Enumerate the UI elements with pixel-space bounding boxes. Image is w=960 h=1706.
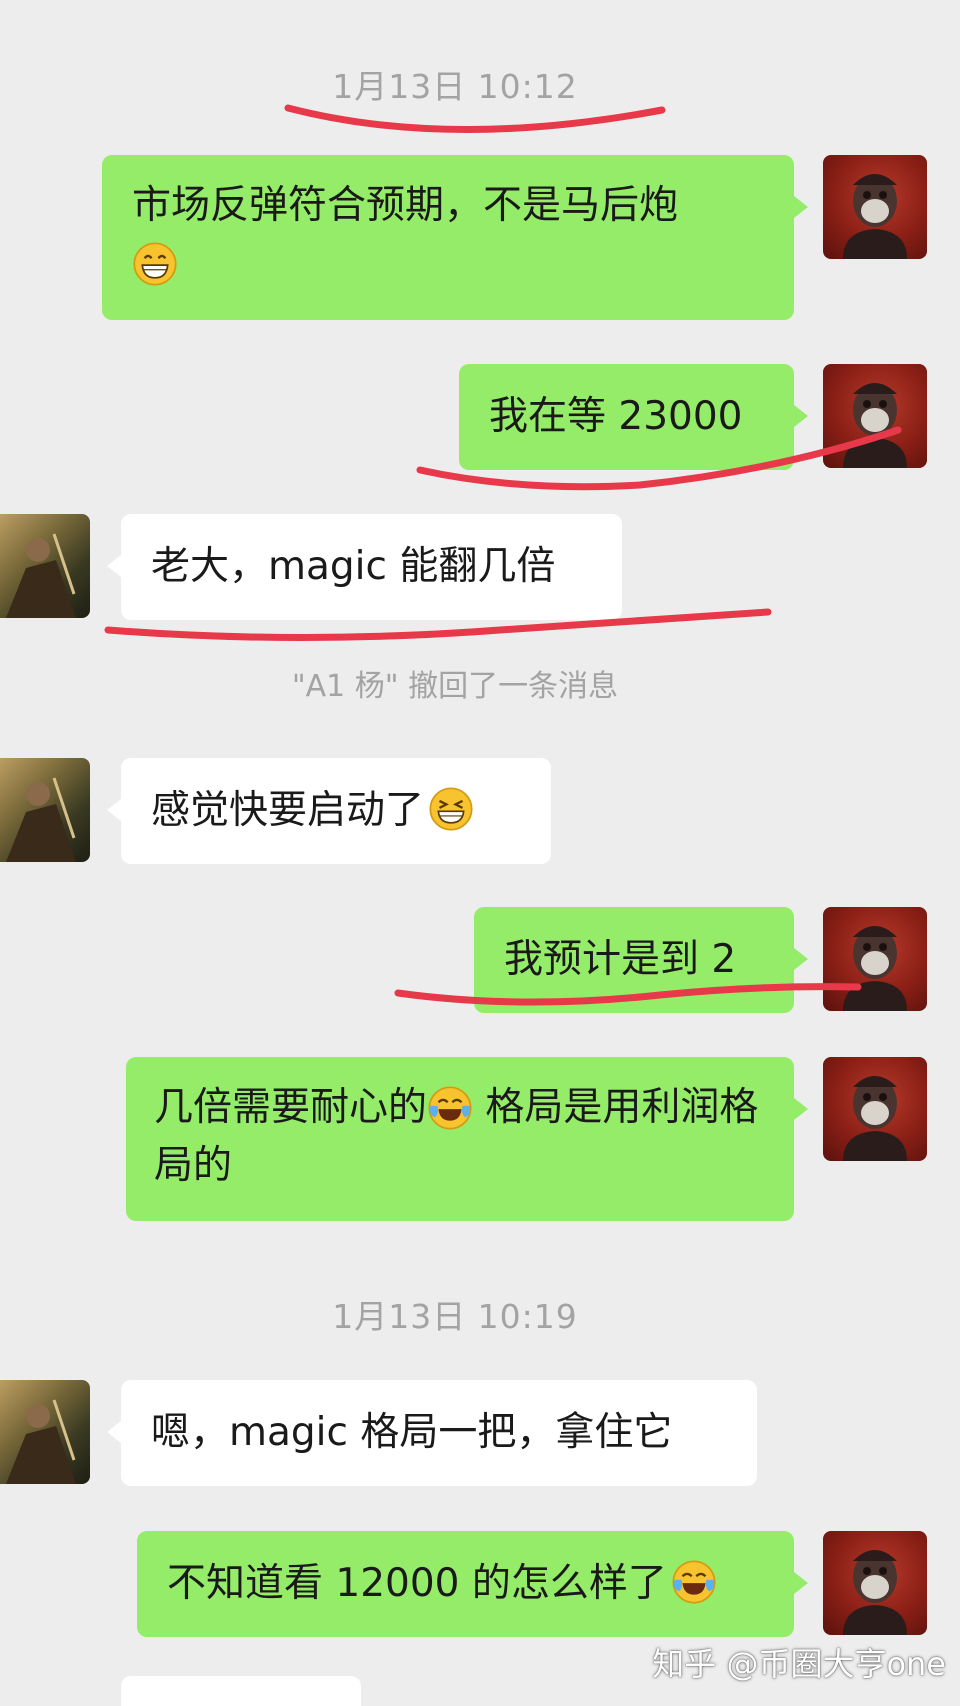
message-bubble-incoming[interactable]: 老大，magic 能翻几倍 [121,514,622,620]
message-bubble-outgoing[interactable]: 几倍需要耐心的 格局是用利润格局的 [126,1057,794,1221]
message-bubble-outgoing[interactable]: 市场反弹符合预期，不是马后炮 [102,155,794,320]
message-text: 感觉快要启动了 [151,788,425,833]
recall-notice: "A1 杨" 撤回了一条消息 [291,669,619,704]
bubble-tail [107,799,121,821]
grin-squint-emoji [429,787,473,831]
message-bubble-outgoing[interactable]: 不知道看 12000 的怎么样了 [137,1531,794,1637]
bubble-tail [794,1098,808,1120]
bubble-tail [794,948,808,970]
ape-avatar[interactable] [823,364,927,468]
ape-avatar[interactable] [823,907,927,1011]
message-text: 几倍需要耐心的 [154,1085,428,1130]
message-bubble-outgoing[interactable]: 我在等 23000 [459,364,794,470]
message-bubble-incoming[interactable]: 感觉快要启动了 [121,758,551,864]
message-text: 不知道看 12000 的怎么样了 [167,1561,667,1606]
timestamp: 1月13日 10:12 [332,67,578,106]
grin-emoji [133,241,177,286]
warrior-avatar[interactable] [0,1380,90,1484]
bubble-tail [107,555,121,577]
bubble-tail [794,1572,808,1594]
bubble-tail [794,405,808,427]
underline-timestamp [284,104,666,133]
message-text: 我在等 23000 [489,394,743,439]
ape-avatar[interactable] [823,1057,927,1161]
message-text: 市场反弹符合预期，不是马后炮 [132,183,679,228]
warrior-avatar[interactable] [0,758,90,862]
bubble-tail [107,1421,121,1443]
message-bubble-incoming[interactable]: 嗯，magic 格局一把，拿住它 [121,1380,757,1486]
laugh-cry-emoji [672,1560,716,1604]
message-text: 嗯，magic 格局一把，拿住它 [151,1410,673,1455]
ape-avatar[interactable] [823,155,927,259]
message-bubble-incoming-partial [121,1676,361,1706]
message-bubble-outgoing[interactable]: 我预计是到 2 [474,907,794,1013]
laugh-cry-emoji [428,1085,472,1130]
ape-avatar[interactable] [823,1531,927,1635]
warrior-avatar[interactable] [0,514,90,618]
timestamp: 1月13日 10:19 [332,1297,578,1336]
bubble-tail [794,196,808,218]
message-text: 我预计是到 2 [504,937,737,982]
message-text: 老大，magic 能翻几倍 [151,544,556,589]
watermark: 知乎 @币圈大亨one [652,1645,946,1683]
